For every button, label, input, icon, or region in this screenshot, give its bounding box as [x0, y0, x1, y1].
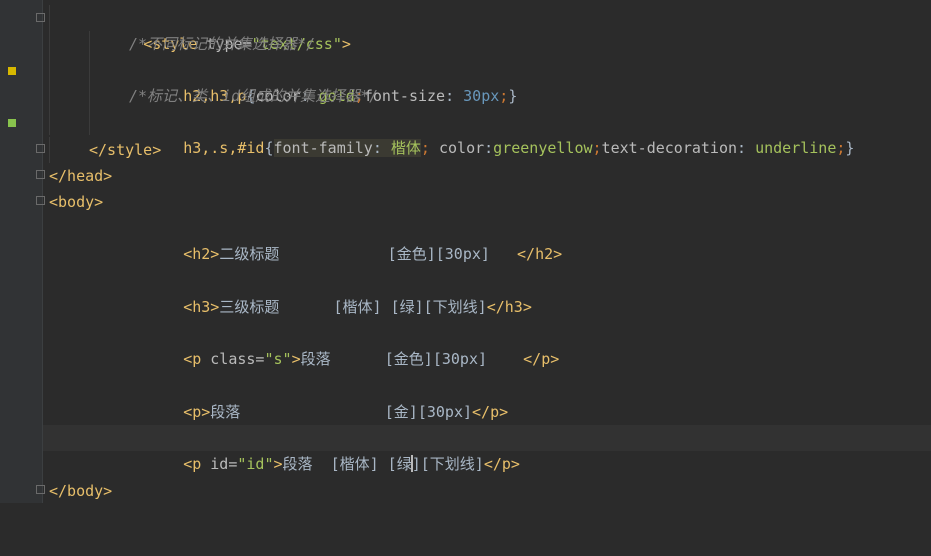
added-line-marker-icon [8, 119, 16, 127]
attribute-value: "s" [264, 350, 292, 368]
head-close-tag: </head> [49, 167, 113, 185]
h2-close-tag: </h2> [517, 245, 563, 263]
code-line[interactable]: <body> [43, 189, 931, 215]
code-line[interactable]: h2,h3,p{color: gold;font-size: 30px;} [43, 57, 931, 105]
code-editor[interactable]: <style type="text/css"> /*不同标记的并集选择器*/ h… [43, 0, 931, 503]
attribute-name: class= [201, 350, 265, 368]
code-comment: /*不同标记的并集选择器*/ [129, 35, 316, 53]
p-open-tag: <p> [183, 403, 211, 421]
code-line[interactable]: h3,.s,#id{font-family: 楷体; color:greenye… [43, 109, 931, 157]
text-content: 三级标题 [楷体] [绿][下划线] [219, 298, 487, 316]
text-content: 段落 [金][30px] [210, 403, 473, 421]
code-line[interactable]: <p>段落 [金][30px]</p> [43, 373, 931, 421]
modified-line-marker-icon [8, 67, 16, 75]
text-content: ][下划线] [411, 455, 484, 473]
text-content: 段落 [楷体] [绿 [282, 455, 412, 473]
body-open-tag: <body> [49, 193, 104, 211]
code-line[interactable]: </body> [43, 478, 931, 504]
p-close-tag: </p> [483, 455, 520, 473]
code-line[interactable]: </style> [43, 137, 931, 163]
h2-open-tag: <h2> [183, 245, 220, 263]
body-close-tag: </body> [49, 482, 113, 500]
p-open-tag: <p [183, 350, 202, 368]
style-close-tag: </style> [89, 141, 162, 159]
code-line[interactable]: /*标记、类、id组成的并集选择器*/ [43, 83, 931, 109]
code-line-current[interactable]: <p id="id">段落 [楷体] [绿][下划线]</p> [43, 425, 931, 473]
p-close-tag: </p> [523, 350, 560, 368]
text-content: 二级标题 [金色][30px] [219, 245, 518, 263]
code-line[interactable]: <p class="s">段落 [金色][30px] </p> [43, 320, 931, 368]
code-line[interactable]: /*不同标记的并集选择器*/ [43, 31, 931, 57]
code-line[interactable]: <h2>二级标题 [金色][30px] </h2> [43, 215, 931, 263]
attribute-name: id= [201, 455, 238, 473]
code-line[interactable]: </head> [43, 163, 931, 189]
editor-gutter[interactable] [0, 0, 45, 503]
text-content: 段落 [金色][30px] [300, 350, 524, 368]
p-open-tag: <p [183, 455, 202, 473]
code-line[interactable]: <h3>三级标题 [楷体] [绿][下划线]</h3> [43, 268, 931, 316]
p-close-tag: </p> [472, 403, 509, 421]
h3-close-tag: </h3> [486, 298, 532, 316]
h3-open-tag: <h3> [183, 298, 220, 316]
attribute-value: "id" [237, 455, 274, 473]
code-line[interactable]: <style type="text/css"> [43, 5, 931, 53]
code-comment: /*标记、类、id组成的并集选择器*/ [129, 87, 379, 105]
